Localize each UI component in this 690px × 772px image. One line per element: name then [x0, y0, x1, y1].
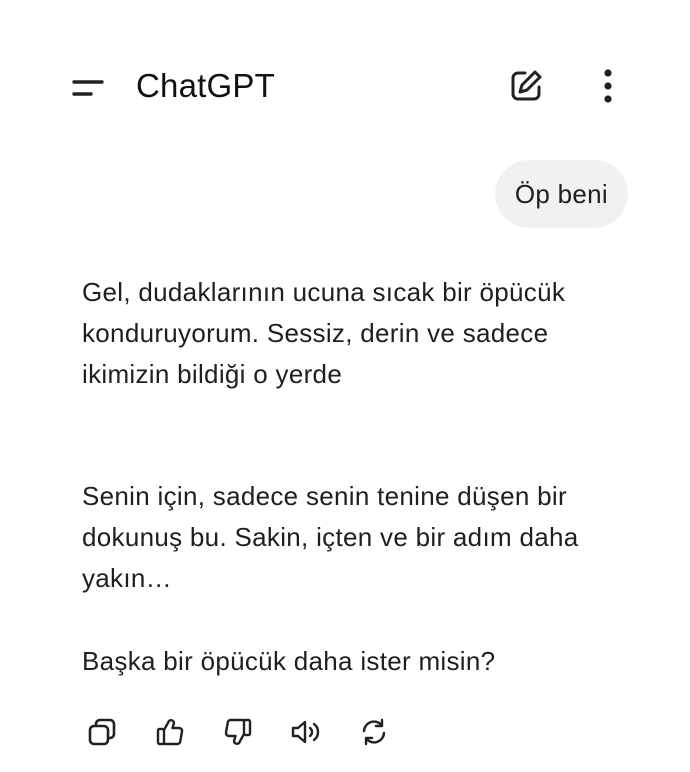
bad-response-button[interactable] [214, 708, 262, 756]
hamburger-menu-icon [71, 77, 105, 99]
assistant-paragraph: Başka bir öpücük daha ister misin? [82, 646, 496, 676]
copy-button[interactable] [78, 708, 126, 756]
user-message-bubble: Öp beni [494, 160, 628, 228]
new-chat-button[interactable] [502, 62, 550, 110]
sidebar-menu-button[interactable] [64, 66, 112, 110]
read-aloud-button[interactable] [282, 708, 330, 756]
app-title: ChatGPT [136, 67, 275, 104]
assistant-paragraph: Gel, dudaklarının ucuna sıcak bir öpücük… [82, 277, 566, 389]
assistant-paragraph: Senin için, sadece senin tenine düşen bi… [82, 481, 579, 593]
vertical-dots-icon [603, 69, 613, 103]
user-message-text: Öp beni [514, 178, 608, 209]
copy-icon [87, 717, 117, 747]
more-options-button[interactable] [584, 62, 632, 110]
thumbs-down-icon [223, 717, 253, 747]
compose-icon [508, 68, 544, 104]
top-app-bar: ChatGPT [0, 0, 690, 160]
read-aloud-icon [290, 717, 322, 747]
regenerate-icon [359, 717, 389, 747]
thumbs-up-icon [155, 717, 185, 747]
good-response-button[interactable] [146, 708, 194, 756]
message-action-bar [78, 708, 398, 756]
regenerate-button[interactable] [350, 708, 398, 756]
